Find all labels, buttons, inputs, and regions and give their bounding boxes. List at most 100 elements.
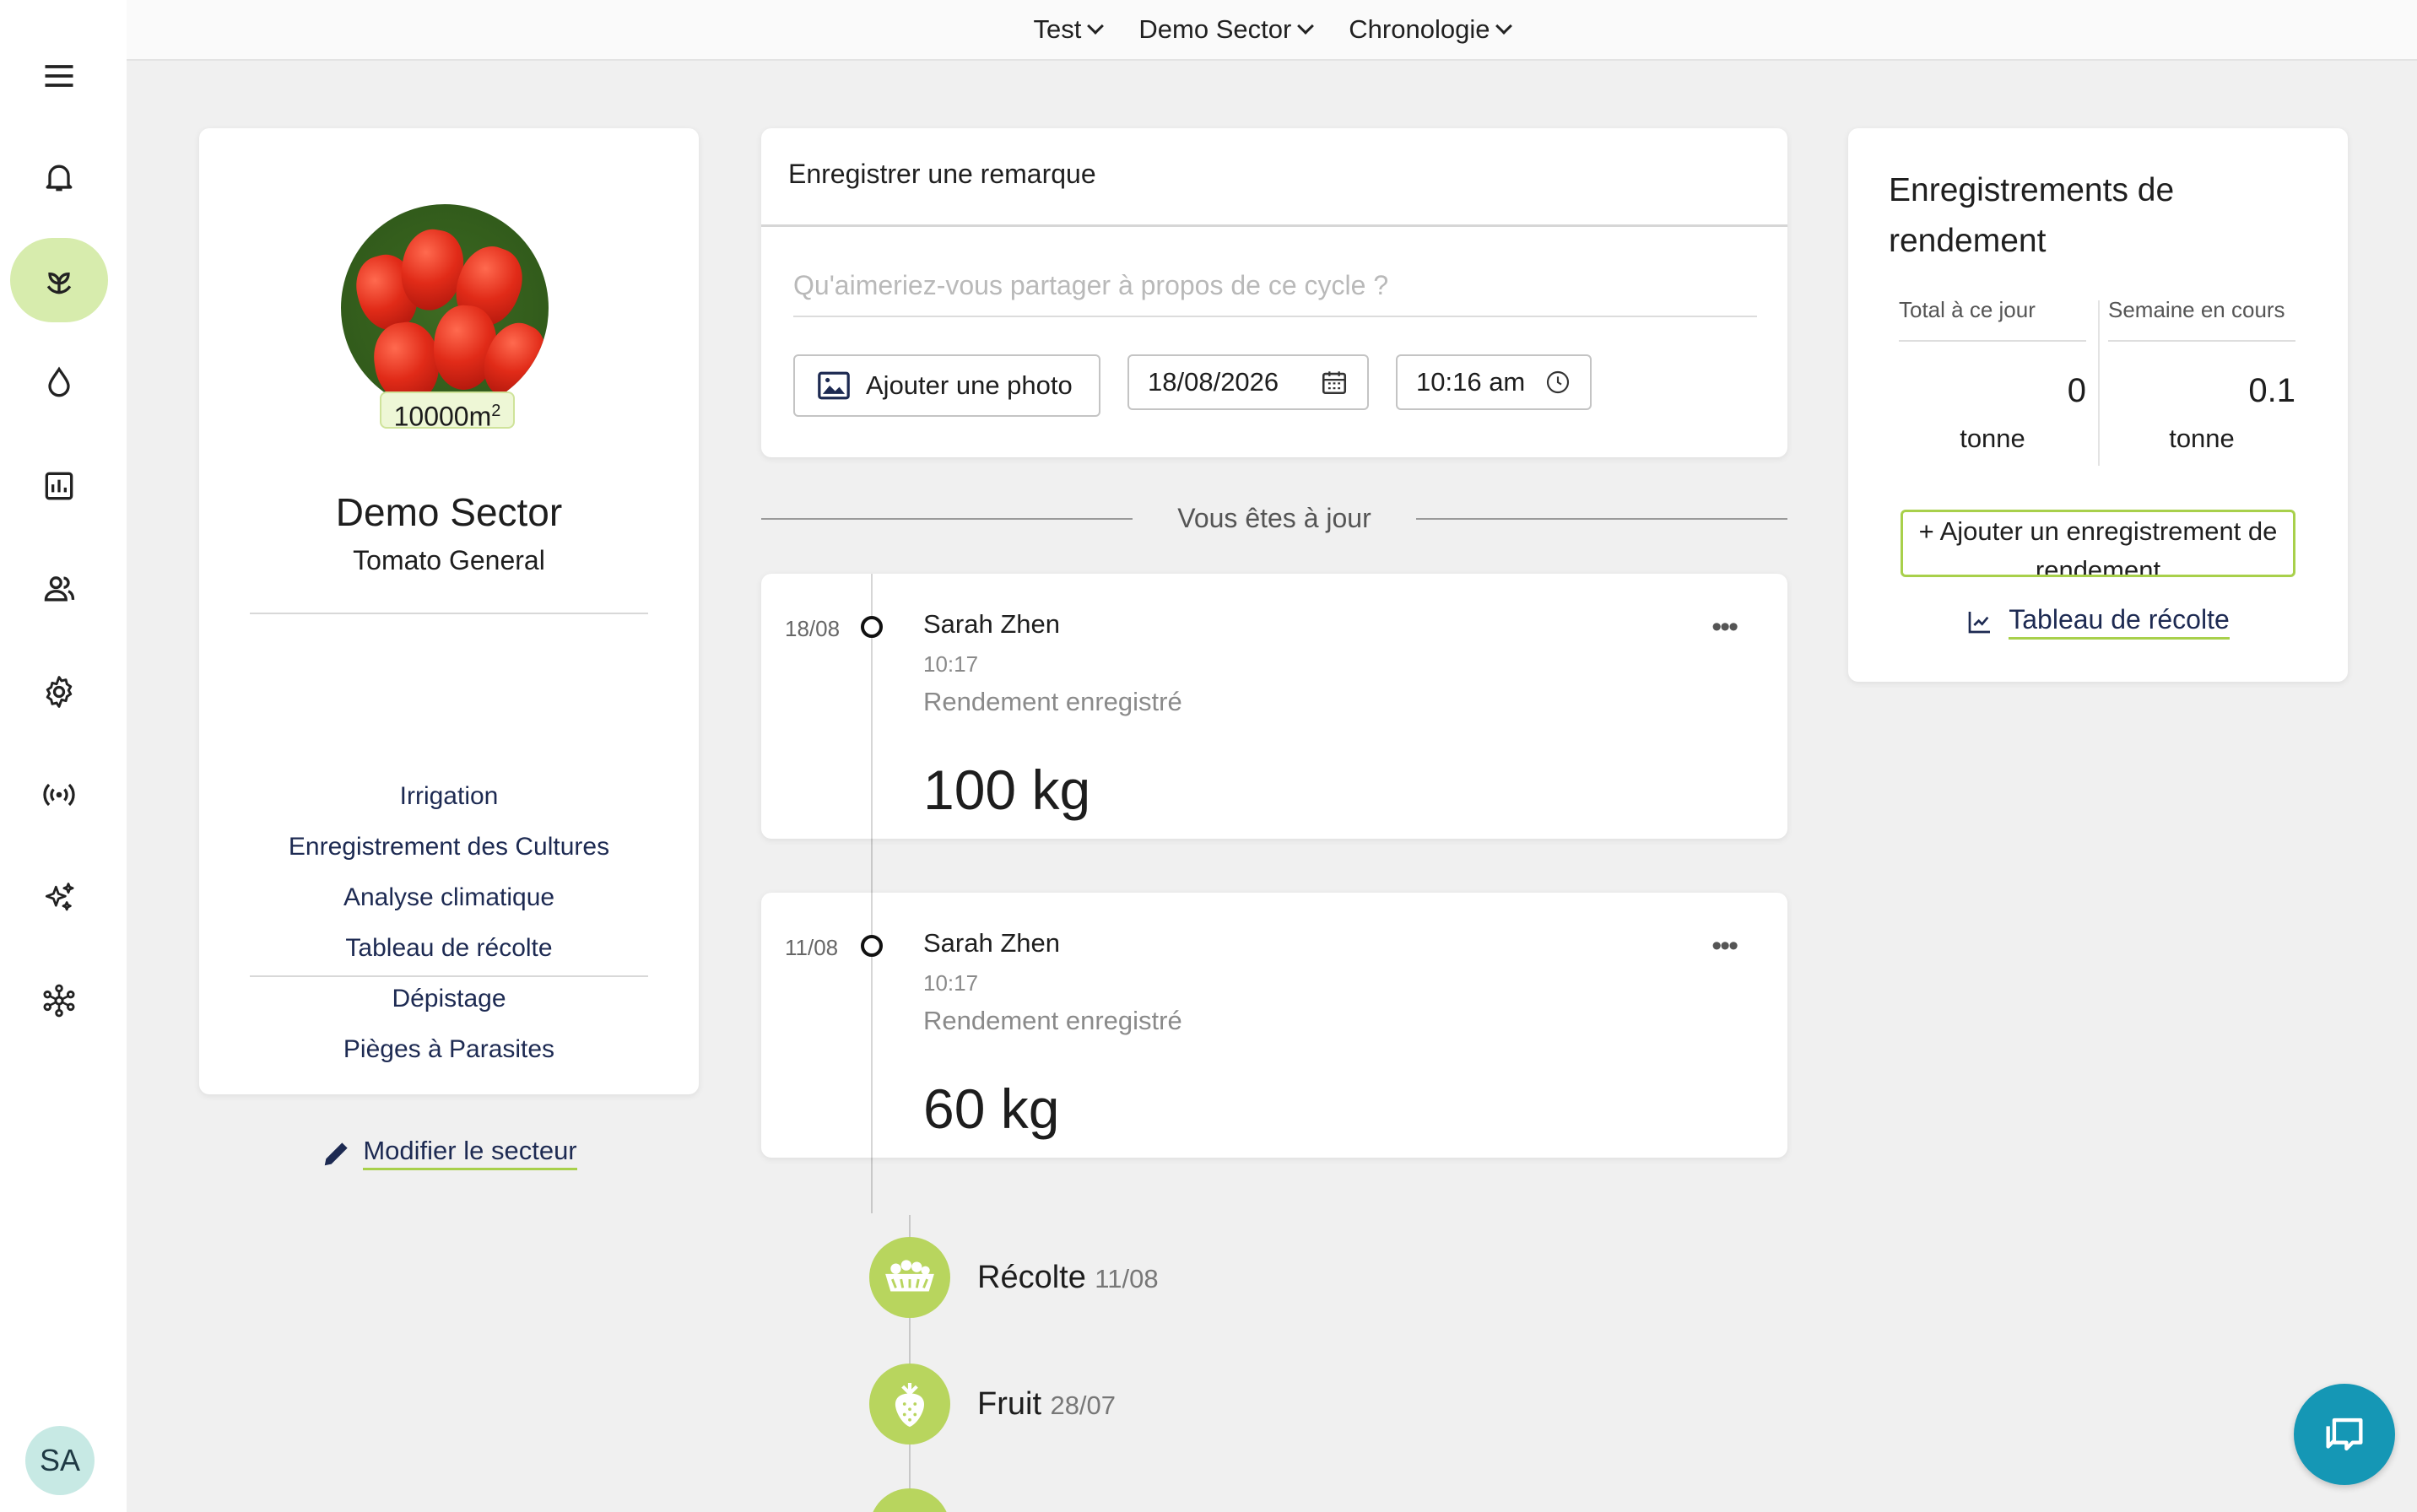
strawberry-icon — [895, 1383, 925, 1428]
entry-user: Sarah Zhen — [923, 609, 1060, 639]
entry-date: 11/08 — [785, 935, 839, 960]
sidebar: SA — [0, 0, 127, 1512]
link-harvest-board[interactable]: Tableau de récolte — [199, 923, 699, 974]
add-yield-record-button[interactable]: + Ajouter un enregistrement de rendement — [1901, 510, 2295, 577]
sector-name: Demo Sector — [335, 490, 563, 534]
entry-time: 10:17 — [923, 651, 979, 677]
settings-button[interactable] — [10, 650, 108, 734]
harvest-board-link[interactable]: Tableau de récolte — [1848, 604, 2348, 640]
farm-dropdown-label: Test — [1033, 14, 1082, 44]
network-button[interactable] — [10, 958, 108, 1043]
chevron-down-icon — [1297, 18, 1315, 35]
chevron-down-icon — [1087, 18, 1105, 35]
more-options-icon[interactable]: ••• — [1711, 930, 1738, 963]
total-value: 0 — [2067, 372, 2086, 409]
bar-chart-icon — [45, 472, 73, 500]
link-crop-records[interactable]: Enregistrement des Cultures — [199, 822, 699, 872]
divider — [250, 613, 648, 614]
week-value: 0.1 — [2248, 372, 2295, 409]
entry-date: 18/08 — [785, 616, 841, 641]
timeline-line — [871, 839, 873, 893]
sector-links: Irrigation Enregistrement des Cultures A… — [199, 771, 699, 1075]
date-field[interactable]: 18/08/2026 — [1127, 354, 1369, 410]
crops-button[interactable] — [10, 238, 108, 322]
stage-name: Récolte — [977, 1259, 1086, 1295]
total-label: Total à ce jour — [1899, 297, 2086, 342]
edit-sector-link[interactable]: Modifier le secteur — [199, 1136, 699, 1170]
divider — [250, 975, 648, 977]
week-column: Semaine en cours 0.1 tonne — [2108, 297, 2295, 454]
avatar[interactable]: SA — [25, 1426, 95, 1495]
stage-name: Fruit — [977, 1385, 1041, 1422]
remark-card: Enregistrer une remarque Ajouter une pho… — [761, 128, 1787, 457]
chat-button[interactable] — [2294, 1384, 2395, 1485]
line-chart-icon — [1968, 612, 1991, 634]
timeline-line — [871, 574, 873, 839]
timeline-dot — [861, 616, 883, 638]
entry-kind: Rendement enregistré — [923, 1006, 1182, 1035]
calendar-icon — [1322, 371, 1347, 395]
view-dropdown-label: Chronologie — [1349, 14, 1490, 44]
team-button[interactable] — [10, 547, 108, 631]
sector-dropdown-label: Demo Sector — [1138, 14, 1292, 44]
irrigation-button[interactable] — [10, 341, 108, 425]
time-field[interactable]: 10:16 am — [1396, 354, 1592, 410]
stage-date: 11/08 — [1095, 1263, 1159, 1293]
image-icon — [818, 371, 850, 400]
link-scouting[interactable]: Dépistage — [199, 974, 699, 1024]
timeline-entry: 18/08 Sarah Zhen 10:17 Rendement enregis… — [761, 574, 1787, 839]
stage-bubble — [869, 1488, 950, 1512]
top-bar: Test Demo Sector Chronologie — [127, 0, 2417, 61]
stage-bubble — [869, 1364, 950, 1444]
yield-card: Enregistrements de rendement Total à ce … — [1848, 128, 2348, 682]
divider — [1416, 518, 1787, 520]
link-irrigation[interactable]: Irrigation — [199, 771, 699, 822]
ai-button[interactable] — [10, 856, 108, 940]
entry-user: Sarah Zhen — [923, 928, 1060, 958]
entry-kind: Rendement enregistré — [923, 687, 1182, 716]
link-pest-traps[interactable]: Pièges à Parasites — [199, 1024, 699, 1075]
notifications-button[interactable] — [10, 135, 108, 219]
timeline-line — [871, 893, 873, 1158]
clock-icon — [1546, 370, 1570, 394]
menu-button[interactable] — [10, 34, 108, 118]
divider — [2098, 300, 2100, 466]
add-photo-label: Ajouter une photo — [866, 370, 1073, 400]
bell-icon — [46, 165, 73, 192]
remark-title: Enregistrer une remarque — [788, 159, 1096, 189]
area-badge: 10000m2 — [380, 392, 515, 432]
sector-dropdown[interactable]: Demo Sector — [1138, 14, 1315, 45]
sensors-button[interactable] — [10, 753, 108, 837]
view-dropdown[interactable]: Chronologie — [1349, 14, 1513, 45]
stage-date: 28/07 — [1050, 1390, 1117, 1420]
network-icon — [43, 984, 75, 1018]
menu-icon — [45, 65, 73, 87]
crop-photo — [341, 204, 549, 412]
timeline-dot — [861, 935, 883, 957]
pencil-icon — [325, 1142, 349, 1165]
water-drop-icon — [48, 366, 70, 397]
signal-icon — [43, 783, 75, 807]
sector-card: 10000m2 Demo Sector Tomato General Irrig… — [199, 128, 699, 1170]
users-icon — [44, 576, 75, 602]
remark-input[interactable] — [793, 255, 1757, 317]
sparkles-icon — [45, 883, 74, 911]
harvest-board-label: Tableau de récolte — [2009, 604, 2230, 640]
analytics-button[interactable] — [10, 444, 108, 528]
crop-name: Tomato General — [353, 545, 545, 575]
more-options-icon[interactable]: ••• — [1711, 611, 1738, 644]
yield-title: Enregistrements de rendement — [1889, 172, 2175, 259]
week-unit: tonne — [2169, 424, 2235, 453]
link-climate-analysis[interactable]: Analyse climatique — [199, 872, 699, 923]
entry-value: 100 kg — [923, 759, 1091, 821]
total-column: Total à ce jour 0 tonne — [1899, 297, 2086, 454]
stage-harvest: Récolte 11/08 — [869, 1237, 1159, 1318]
farm-dropdown[interactable]: Test — [1033, 14, 1105, 45]
chat-icon — [2326, 1418, 2363, 1451]
time-value: 10:16 am — [1416, 367, 1526, 397]
add-photo-button[interactable]: Ajouter une photo — [793, 354, 1100, 417]
entry-time: 10:17 — [923, 970, 979, 996]
timeline-line — [871, 1158, 873, 1213]
entry-value: 60 kg — [923, 1077, 1060, 1140]
divider — [761, 224, 1787, 227]
